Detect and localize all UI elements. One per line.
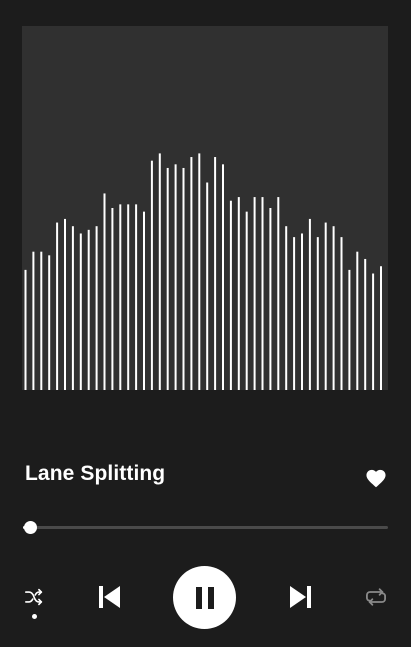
visualizer-bar (190, 157, 193, 390)
progress-handle[interactable] (24, 521, 38, 534)
like-button[interactable] (362, 465, 390, 491)
waveform-visualization (24, 153, 382, 390)
visualizer-bar (301, 233, 303, 390)
visualizer-bar (24, 269, 27, 390)
visualizer-bar (56, 222, 59, 390)
repeat-icon (365, 588, 386, 606)
visualizer-bar (229, 200, 232, 390)
previous-button[interactable] (92, 580, 126, 614)
repeat-button[interactable] (361, 584, 391, 610)
visualizer-bar (380, 266, 382, 390)
visualizer-bar (214, 157, 217, 390)
visualizer-bar (206, 182, 209, 390)
visualizer-bar (285, 226, 288, 390)
skip-previous-icon (99, 586, 120, 608)
visualizer-bar (269, 208, 272, 390)
visualizer-bar (135, 204, 138, 390)
visualizer-bar (253, 197, 256, 390)
visualizer-bar (174, 164, 177, 390)
album-artwork (22, 26, 388, 390)
shuffle-active-indicator (32, 614, 37, 619)
next-button[interactable] (284, 580, 318, 614)
visualizer-bar (87, 229, 90, 390)
visualizer-bar (293, 237, 296, 390)
visualizer-bar (119, 204, 122, 390)
visualizer-bar (348, 269, 351, 390)
visualizer-bar (166, 167, 169, 390)
visualizer-bar (150, 160, 153, 390)
pause-icon (195, 586, 214, 609)
visualizer-bar (64, 218, 66, 390)
visualizer-bar (364, 258, 367, 390)
visualizer-bar (48, 255, 51, 390)
progress-bar[interactable] (23, 518, 388, 536)
play-pause-button[interactable] (173, 566, 236, 629)
visualizer-bar (71, 226, 74, 390)
progress-track (23, 526, 388, 529)
shuffle-button[interactable] (20, 584, 48, 610)
visualizer-bar (237, 197, 240, 390)
shuffle-icon (25, 588, 43, 606)
visualizer-bar (332, 226, 335, 390)
skip-next-icon (290, 586, 311, 608)
visualizer-bar (103, 193, 106, 390)
visualizer-bar (340, 237, 343, 390)
visualizer-bar (356, 251, 359, 390)
visualizer-bar (79, 233, 82, 390)
track-title: Lane Splitting (25, 462, 166, 485)
visualizer-bar (32, 251, 35, 390)
visualizer-bar (143, 211, 145, 390)
visualizer-bar (40, 251, 43, 390)
visualizer-bar (222, 164, 224, 390)
visualizer-bar (158, 153, 161, 390)
visualizer-bar (95, 226, 98, 390)
visualizer-bar (182, 167, 185, 390)
visualizer-bar (198, 153, 201, 390)
heart-icon (366, 469, 386, 488)
visualizer-bar (324, 222, 327, 390)
visualizer-bar (277, 197, 280, 390)
visualizer-bar (372, 273, 375, 390)
visualizer-bar (316, 237, 319, 390)
visualizer-bar (245, 211, 248, 390)
visualizer-bar (308, 218, 311, 390)
visualizer-bar (111, 208, 114, 390)
visualizer-bar (261, 197, 264, 390)
visualizer-bar (127, 204, 130, 390)
